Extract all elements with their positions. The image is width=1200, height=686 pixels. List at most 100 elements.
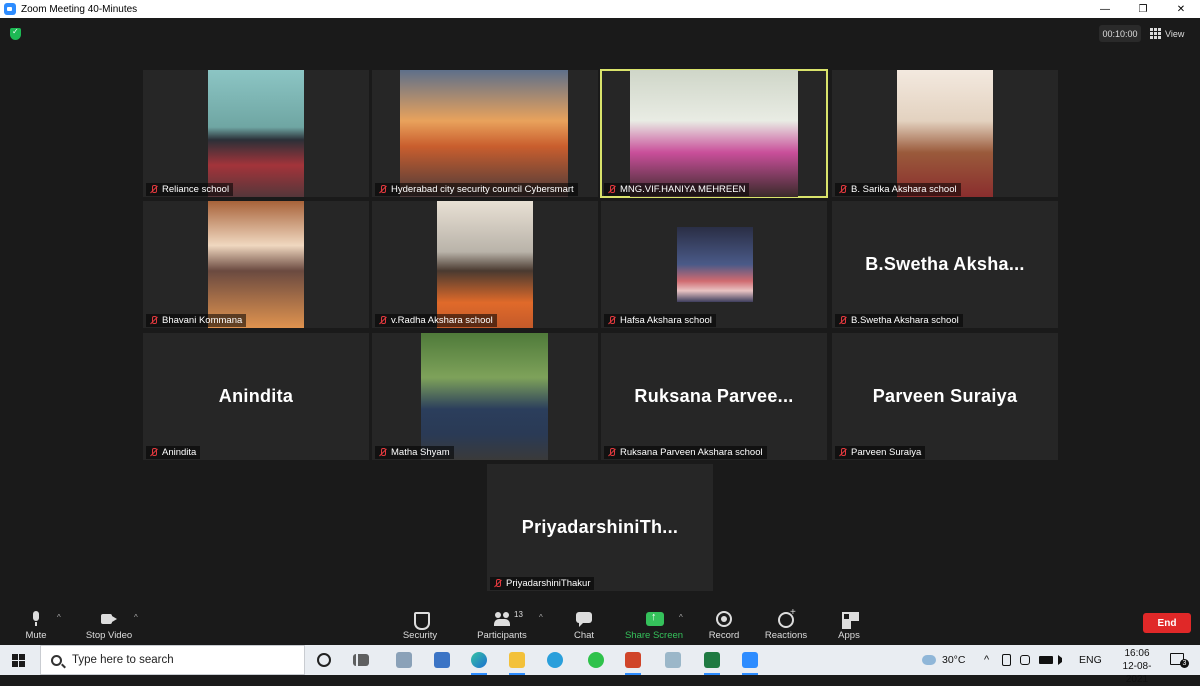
encryption-shield-icon[interactable] xyxy=(10,27,21,40)
window-title: Zoom Meeting 40-Minutes xyxy=(21,3,138,15)
participant-display-name: B.Swetha Aksha... xyxy=(865,254,1025,274)
record-icon xyxy=(716,611,732,627)
video-options-caret[interactable]: ^ xyxy=(134,613,138,622)
taskbar-search-input[interactable]: Type here to search xyxy=(40,645,305,675)
participant-video xyxy=(400,70,568,197)
record-button[interactable]: Record xyxy=(704,605,744,645)
apps-button[interactable]: Apps xyxy=(834,605,864,645)
participant-name-label: B.Swetha Akshara school xyxy=(835,314,963,327)
file-explorer-icon[interactable] xyxy=(509,652,525,675)
participant-tile[interactable]: Reliance school xyxy=(143,70,369,197)
meeting-toolbar: Mute ^ Stop Video ^ Security Participant… xyxy=(0,605,1200,645)
show-hidden-icons-chevron-icon[interactable]: ^ xyxy=(984,645,989,675)
battery-icon[interactable] xyxy=(1039,656,1053,664)
share-options-caret[interactable]: ^ xyxy=(679,613,683,622)
participant-tile[interactable]: PriyadarshiniTh... PriyadarshiniThakur xyxy=(487,464,713,591)
participant-tile[interactable]: B. Sarika Akshara school xyxy=(832,70,1058,197)
participant-name-label: Hafsa Akshara school xyxy=(604,314,716,327)
close-button[interactable]: ✕ xyxy=(1162,0,1200,18)
muted-mic-icon xyxy=(378,447,387,458)
telegram-icon[interactable] xyxy=(547,652,563,668)
participants-options-caret[interactable]: ^ xyxy=(539,613,543,622)
stop-video-button[interactable]: Stop Video xyxy=(80,605,138,645)
muted-mic-icon xyxy=(607,184,616,195)
participant-video xyxy=(421,333,548,460)
participant-video xyxy=(208,201,304,328)
participant-name-label: B. Sarika Akshara school xyxy=(835,183,961,196)
microphone-icon xyxy=(28,611,44,627)
muted-mic-icon xyxy=(838,315,847,326)
window-titlebar: Zoom Meeting 40-Minutes — ❐ ✕ xyxy=(0,0,1200,18)
zoom-taskbar-icon[interactable] xyxy=(742,652,758,675)
participant-tile[interactable]: Hafsa Akshara school xyxy=(601,201,827,328)
taskbar-clock[interactable]: 16:06 12-08-2021 xyxy=(1112,647,1162,686)
file-app-icon[interactable] xyxy=(434,652,450,668)
windows-start-icon[interactable] xyxy=(12,654,25,667)
participant-display-name: Parveen Suraiya xyxy=(872,386,1018,406)
participant-video xyxy=(208,70,304,197)
share-screen-icon xyxy=(646,611,664,627)
participant-name-label: Anindita xyxy=(146,446,201,459)
zoom-app-icon xyxy=(4,3,16,15)
apps-icon xyxy=(841,611,857,627)
participant-tile[interactable]: Matha Shyam xyxy=(372,333,598,460)
paint-app-icon[interactable] xyxy=(396,652,412,668)
audio-options-caret[interactable]: ^ xyxy=(57,613,61,622)
weather-icon xyxy=(922,655,936,665)
participants-count: 13 xyxy=(514,610,523,619)
notes-app-icon[interactable] xyxy=(665,652,681,668)
clock-date: 12-08-2021 xyxy=(1122,661,1152,685)
display-icon[interactable] xyxy=(1020,655,1030,665)
participant-name-label: Matha Shyam xyxy=(375,446,454,459)
view-button[interactable]: View xyxy=(1150,25,1184,42)
clock-time: 16:06 xyxy=(1124,648,1150,659)
participant-tile[interactable]: Bhavani Kommana xyxy=(143,201,369,328)
participant-name-label: Reliance school xyxy=(146,183,234,196)
participant-name-label: Bhavani Kommana xyxy=(146,314,247,327)
participant-name-label: MNG.VIF.HANIYA MEHREEN xyxy=(604,183,750,196)
powerpoint-icon[interactable] xyxy=(625,652,641,675)
search-placeholder: Type here to search xyxy=(72,654,174,666)
restore-button[interactable]: ❐ xyxy=(1124,0,1162,18)
participant-tile[interactable]: v.Radha Akshara school xyxy=(372,201,598,328)
weather-widget[interactable]: 30°C xyxy=(922,645,965,675)
video-camera-icon xyxy=(101,611,117,627)
volume-icon[interactable] xyxy=(1058,655,1068,665)
muted-mic-icon xyxy=(149,184,158,195)
participant-display-name: Anindita xyxy=(218,386,294,406)
end-meeting-button[interactable]: End xyxy=(1143,613,1191,633)
chat-button[interactable]: Chat xyxy=(570,605,598,645)
notification-count-badge: 3 xyxy=(1180,659,1189,668)
participant-tile[interactable]: Anindita Anindita xyxy=(143,333,369,460)
share-screen-button[interactable]: Share Screen xyxy=(624,605,684,645)
search-icon xyxy=(51,654,62,666)
view-label: View xyxy=(1165,28,1185,39)
participant-tile[interactable]: Parveen Suraiya Parveen Suraiya xyxy=(832,333,1058,460)
mute-button[interactable]: Mute xyxy=(18,605,54,645)
participant-tile-active-speaker[interactable]: MNG.VIF.HANIYA MEHREEN xyxy=(600,69,828,198)
muted-mic-icon xyxy=(149,315,158,326)
participant-tile[interactable]: Hyderabad city security council Cybersma… xyxy=(372,70,598,197)
cortana-icon[interactable] xyxy=(317,653,331,667)
reactions-button[interactable]: Reactions xyxy=(762,605,810,645)
device-icon[interactable] xyxy=(1002,654,1011,666)
smiley-reaction-icon xyxy=(778,607,796,628)
participant-name-label: Ruksana Parveen Akshara school xyxy=(604,446,767,459)
security-button[interactable]: Security xyxy=(398,605,442,645)
excel-icon[interactable] xyxy=(704,652,720,675)
language-indicator[interactable]: ENG xyxy=(1079,645,1102,675)
participant-display-name: Ruksana Parvee... xyxy=(634,386,794,406)
muted-mic-icon xyxy=(378,184,387,195)
participant-tile[interactable]: B.Swetha Aksha... B.Swetha Akshara schoo… xyxy=(832,201,1058,328)
minimize-button[interactable]: — xyxy=(1086,0,1124,18)
participant-tile[interactable]: Ruksana Parvee... Ruksana Parveen Akshar… xyxy=(601,333,827,460)
muted-mic-icon xyxy=(493,578,502,589)
edge-browser-icon[interactable] xyxy=(471,652,487,675)
muted-mic-icon xyxy=(838,184,847,195)
muted-mic-icon xyxy=(838,447,847,458)
muted-mic-icon xyxy=(607,315,616,326)
participant-video xyxy=(437,201,533,328)
participant-name-label: PriyadarshiniThakur xyxy=(490,577,595,590)
task-view-icon[interactable] xyxy=(353,654,369,666)
whatsapp-icon[interactable] xyxy=(588,652,604,668)
